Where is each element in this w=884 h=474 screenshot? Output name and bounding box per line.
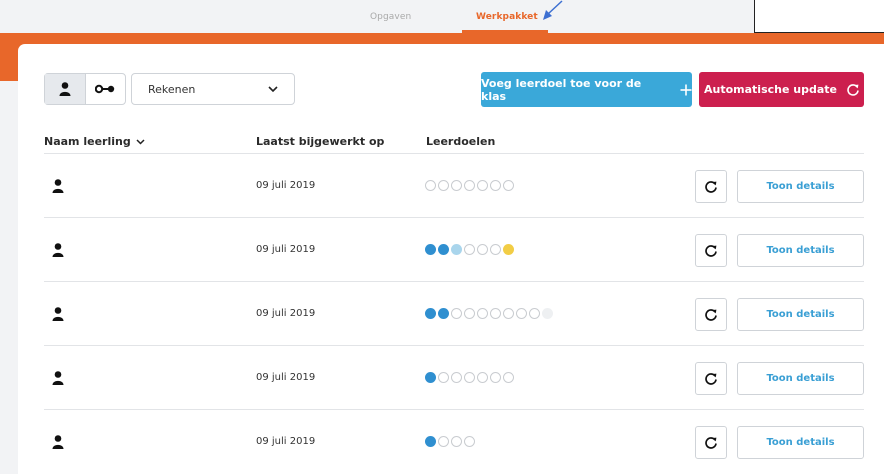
goal-dot-empty [477,372,488,383]
goal-dot-empty [464,436,475,447]
chevron-down-icon [136,138,145,145]
goal-dot-faint [542,308,553,319]
goal-dot-done [425,308,436,319]
add-goal-button[interactable]: Voeg leerdoel toe voor de klas [481,72,692,107]
link-icon [95,84,115,94]
show-details-button[interactable]: Toon details [737,298,864,331]
goal-dot-done [425,436,436,447]
goal-dot-empty [477,244,488,255]
plus-icon [680,84,692,95]
refresh-icon [705,372,717,385]
table-row: 09 juli 2019 Toon details [44,154,864,218]
auto-update-label: Automatische update [704,83,837,96]
row-refresh-button[interactable] [695,234,727,267]
subject-select-value: Rekenen [148,82,196,96]
goal-progress [425,372,514,383]
column-header-date: Laatst bijgewerkt op [256,135,385,148]
view-toggle [44,73,126,105]
refresh-icon [705,308,717,321]
column-header-goals: Leerdoelen [426,135,496,148]
column-header-name[interactable]: Naam leerling [44,135,145,148]
goal-dot-star [503,244,514,255]
goal-dot-empty [490,244,501,255]
goal-dot-done [438,308,449,319]
subject-select[interactable]: Rekenen [131,73,295,105]
top-tab-bar: Opgaven Werkpakket [0,0,884,33]
goal-dot-empty [503,308,514,319]
person-icon [52,307,64,321]
goal-dot-empty [425,180,436,191]
toggle-student-view[interactable] [45,74,86,104]
goal-dot-empty [464,180,475,191]
goal-dot-empty [451,308,462,319]
goal-progress [425,180,514,191]
show-details-button[interactable]: Toon details [737,362,864,395]
goal-dot-empty [516,308,527,319]
goal-progress [425,308,553,319]
goal-progress [425,436,475,447]
goal-dot-empty [503,180,514,191]
refresh-icon [705,244,717,257]
goal-dot-empty [451,436,462,447]
show-details-button[interactable]: Toon details [737,426,864,459]
goal-dot-empty [451,180,462,191]
toggle-goal-view[interactable] [86,74,126,104]
goal-dot-empty [490,372,501,383]
table-row: 09 juli 2019 Toon details [44,410,864,474]
tab-werkpakket[interactable]: Werkpakket [476,12,538,22]
row-refresh-button[interactable] [695,426,727,459]
goal-dot-done [425,372,436,383]
row-refresh-button[interactable] [695,362,727,395]
table-row: 09 juli 2019 Toon details [44,218,864,282]
goal-dot-empty [477,180,488,191]
person-icon [52,179,64,193]
table-row: 09 juli 2019 Toon details [44,282,864,346]
add-goal-label: Voeg leerdoel toe voor de klas [481,76,642,103]
show-details-button[interactable]: Toon details [737,170,864,203]
auto-update-button[interactable]: Automatische update [699,72,864,107]
goal-dot-empty [464,372,475,383]
goal-dot-empty [451,372,462,383]
refresh-icon [705,180,717,193]
last-updated-date: 09 juli 2019 [256,372,316,383]
goal-dot-done [438,244,449,255]
column-header-name-label: Naam leerling [44,135,131,148]
goal-dot-empty [438,372,449,383]
person-icon [52,371,64,385]
refresh-icon [847,83,859,96]
chevron-down-icon [268,85,278,92]
goal-dot-empty [529,308,540,319]
last-updated-date: 09 juli 2019 [256,308,316,319]
last-updated-date: 09 juli 2019 [256,244,316,255]
goal-dot-empty [438,180,449,191]
last-updated-date: 09 juli 2019 [256,180,316,191]
tab-opgaven[interactable]: Opgaven [370,12,411,22]
refresh-icon [705,436,717,449]
annotation-box [754,0,884,33]
goal-dot-empty [464,244,475,255]
person-icon [52,435,64,449]
table-row: 09 juli 2019 Toon details [44,346,864,410]
goal-dot-partial [451,244,462,255]
goal-progress [425,244,514,255]
goal-dot-done [425,244,436,255]
person-icon [59,82,71,96]
last-updated-date: 09 juli 2019 [256,436,316,447]
goal-dot-empty [490,308,501,319]
goal-dot-empty [503,372,514,383]
goal-dot-empty [464,308,475,319]
row-refresh-button[interactable] [695,170,727,203]
goal-dot-empty [477,308,488,319]
person-icon [52,243,64,257]
row-refresh-button[interactable] [695,298,727,331]
annotation-arrow-icon [543,0,563,20]
show-details-button[interactable]: Toon details [737,234,864,267]
goal-dot-empty [438,436,449,447]
goal-dot-empty [490,180,501,191]
